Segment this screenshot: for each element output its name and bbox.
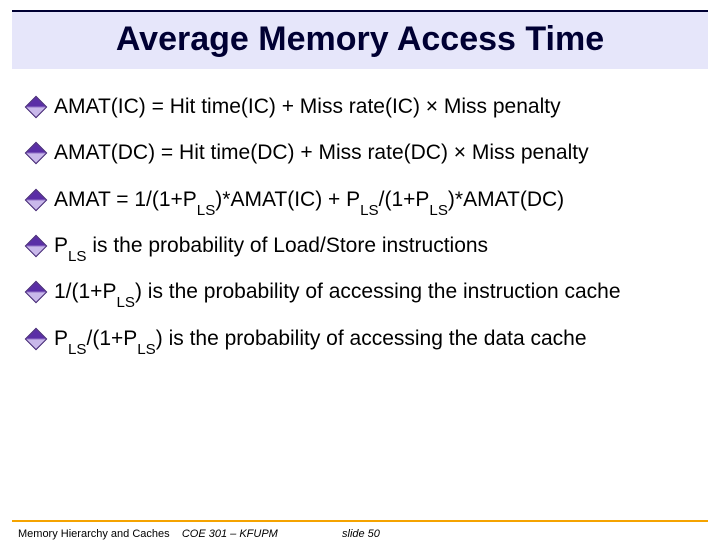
footer: Memory Hierarchy and Caches COE 301 – KF… — [0, 520, 720, 540]
text-fragment: P — [54, 327, 68, 350]
subscript-ls: LS — [137, 341, 155, 358]
text-fragment: ) is the probability of accessing the in… — [135, 280, 621, 303]
text-fragment: 1/(1+P — [54, 280, 116, 303]
text-fragment: )*AMAT(DC) — [448, 188, 564, 211]
footer-topic: Memory Hierarchy and Caches — [18, 528, 170, 540]
text-fragment: /(1+P — [379, 188, 430, 211]
title-band: Average Memory Access Time — [12, 10, 708, 69]
text-fragment: AMAT = 1/(1+P — [54, 188, 197, 211]
bullet-text: AMAT(IC) = Hit time(IC) + Miss rate(IC) … — [54, 93, 692, 121]
footer-slide-number: slide 50 — [342, 528, 486, 540]
bullet-text: PLS is the probability of Load/Store ins… — [54, 232, 692, 260]
bullet-text: 1/(1+PLS) is the probability of accessin… — [54, 278, 692, 306]
text-fragment: is the probability of Load/Store instruc… — [87, 234, 489, 257]
footer-left: Memory Hierarchy and Caches COE 301 – KF… — [18, 528, 342, 540]
diamond-bullet-icon — [25, 188, 48, 211]
diamond-bullet-icon — [25, 281, 48, 304]
page-title: Average Memory Access Time — [22, 20, 698, 59]
footer-course: COE 301 – KFUPM — [182, 528, 278, 540]
bullet-item: AMAT(IC) = Hit time(IC) + Miss rate(IC) … — [28, 93, 692, 121]
slide-body: AMAT(IC) = Hit time(IC) + Miss rate(IC) … — [0, 69, 720, 353]
text-fragment: /(1+P — [87, 327, 138, 350]
subscript-ls: LS — [116, 294, 134, 311]
bullet-item: PLS is the probability of Load/Store ins… — [28, 232, 692, 260]
bullet-item: AMAT = 1/(1+PLS)*AMAT(IC) + PLS/(1+PLS)*… — [28, 186, 692, 214]
subscript-ls: LS — [197, 202, 215, 219]
text-fragment: )*AMAT(IC) + P — [215, 188, 360, 211]
footer-divider — [12, 520, 708, 522]
bullet-item: PLS/(1+PLS) is the probability of access… — [28, 325, 692, 353]
diamond-bullet-icon — [25, 142, 48, 165]
bullet-item: AMAT(DC) = Hit time(DC) + Miss rate(DC) … — [28, 139, 692, 167]
text-fragment: P — [54, 234, 68, 257]
bullet-item: 1/(1+PLS) is the probability of accessin… — [28, 278, 692, 306]
bullet-text: AMAT = 1/(1+PLS)*AMAT(IC) + PLS/(1+PLS)*… — [54, 186, 692, 214]
subscript-ls: LS — [68, 248, 86, 265]
text-fragment: ) is the probability of accessing the da… — [156, 327, 587, 350]
bullet-text: PLS/(1+PLS) is the probability of access… — [54, 325, 692, 353]
diamond-bullet-icon — [25, 327, 48, 350]
subscript-ls: LS — [68, 341, 86, 358]
subscript-ls: LS — [360, 202, 378, 219]
diamond-bullet-icon — [25, 96, 48, 119]
subscript-ls: LS — [429, 202, 447, 219]
bullet-text: AMAT(DC) = Hit time(DC) + Miss rate(DC) … — [54, 139, 692, 167]
diamond-bullet-icon — [25, 235, 48, 258]
